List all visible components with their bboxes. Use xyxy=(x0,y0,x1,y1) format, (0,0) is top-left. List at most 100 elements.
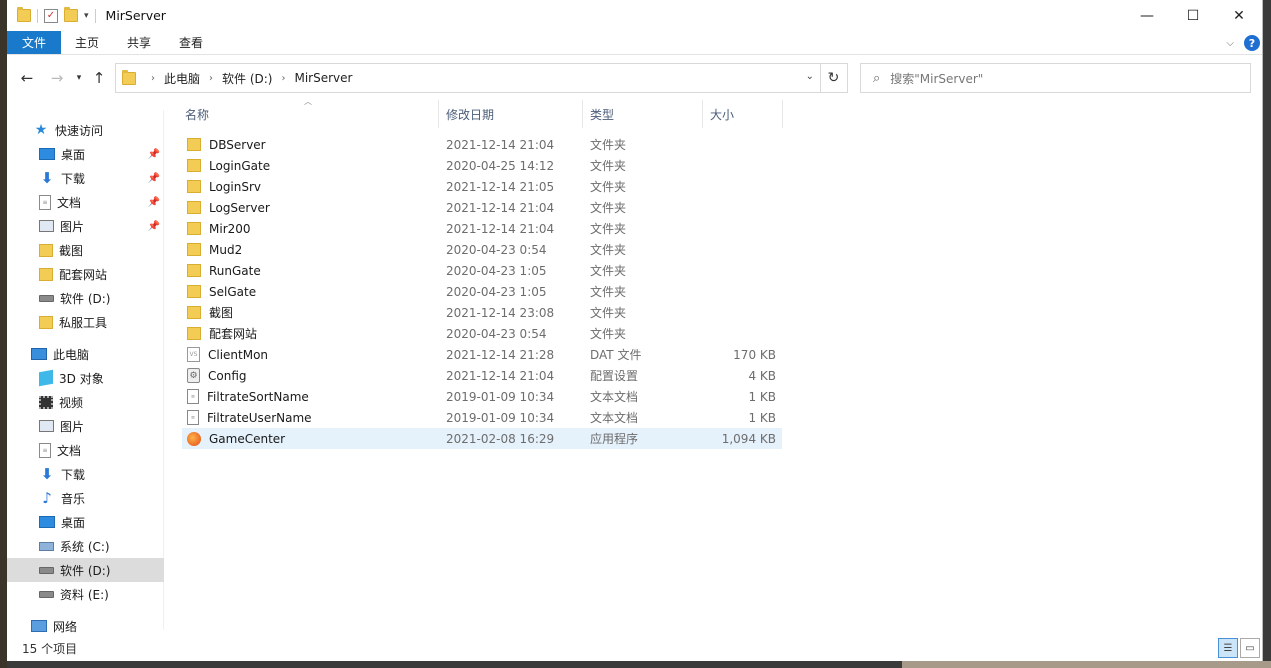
tab-share[interactable]: 共享 xyxy=(113,31,165,54)
sidebar-item-pc-7[interactable]: 系统 (C:) xyxy=(7,534,164,558)
tab-file[interactable]: 文件 xyxy=(7,31,62,54)
sidebar-item-network[interactable]: 网络 xyxy=(7,614,164,638)
column-header-name[interactable]: 名称 xyxy=(185,100,209,128)
sidebar-item-quick-0[interactable]: 桌面 📌 xyxy=(7,142,164,166)
details-view-button[interactable]: ☰ xyxy=(1218,638,1238,658)
close-button[interactable]: ✕ xyxy=(1216,0,1262,31)
status-bar: 15 个项目 xyxy=(7,636,1262,660)
dat-file-icon: VS xyxy=(187,347,200,362)
drive-icon xyxy=(39,294,54,302)
expand-ribbon-icon[interactable]: ⌵ xyxy=(1226,38,1234,49)
sidebar-item-quick-7[interactable]: 私服工具 xyxy=(7,310,164,334)
pin-icon[interactable]: 📌 xyxy=(148,173,160,184)
breadcrumb-mirserver[interactable]: MirServer xyxy=(294,71,352,85)
column-divider[interactable] xyxy=(582,100,583,128)
chevron-down-icon[interactable]: ⌄ xyxy=(806,71,814,82)
file-date: 2020-04-23 1:05 xyxy=(446,263,547,278)
file-row[interactable]: ≡ FiltrateUserName 2019-01-09 10:34 文本文档… xyxy=(182,407,782,428)
file-row[interactable]: RunGate 2020-04-23 1:05 文件夹 xyxy=(182,260,782,281)
file-row[interactable]: ≡ FiltrateSortName 2019-01-09 10:34 文本文档… xyxy=(182,386,782,407)
sidebar-item-label: 图片 xyxy=(60,419,85,434)
sidebar-item-pc-1[interactable]: 视频 xyxy=(7,390,164,414)
sidebar-item-label: 私服工具 xyxy=(59,315,108,330)
file-row[interactable]: LoginSrv 2021-12-14 21:05 文件夹 xyxy=(182,176,782,197)
sidebar-item-label: 桌面 xyxy=(61,515,86,530)
minimize-button[interactable]: — xyxy=(1124,0,1170,31)
sidebar-item-quick-6[interactable]: 软件 (D:) xyxy=(7,286,164,310)
sidebar-item-pc-2[interactable]: 图片 xyxy=(7,414,164,438)
navigation-pane: ★ 快速访问 桌面 📌 ⬇ 下载 📌 ≡ 文档 📌 图片 📌 截图 配套网站 软… xyxy=(7,110,164,634)
sidebar-item-pc-8[interactable]: 软件 (D:) xyxy=(7,558,164,582)
sidebar-item-label: 配套网站 xyxy=(59,267,108,282)
tab-home[interactable]: 主页 xyxy=(61,31,113,54)
sidebar-item-pc-6[interactable]: 桌面 xyxy=(7,510,164,534)
network-icon xyxy=(31,620,47,632)
file-row[interactable]: Mud2 2020-04-23 0:54 文件夹 xyxy=(182,239,782,260)
file-date: 2020-04-23 0:54 xyxy=(446,242,547,257)
file-row[interactable]: SelGate 2020-04-23 1:05 文件夹 xyxy=(182,281,782,302)
file-date: 2020-04-25 14:12 xyxy=(446,158,555,173)
sidebar-item-quick-2[interactable]: ≡ 文档 📌 xyxy=(7,190,164,214)
file-size: 1 KB xyxy=(748,389,776,404)
column-header-date[interactable]: 修改日期 xyxy=(446,100,494,128)
file-row[interactable]: GameCenter 2021-02-08 16:29 应用程序 1,094 K… xyxy=(182,428,782,449)
column-divider[interactable] xyxy=(782,100,783,128)
file-date: 2021-12-14 21:04 xyxy=(446,368,555,383)
file-name: LogServer xyxy=(209,200,270,215)
pin-icon[interactable]: 📌 xyxy=(148,149,160,160)
separator xyxy=(94,8,96,23)
refresh-button[interactable]: ↻ xyxy=(820,63,848,93)
file-row[interactable]: VS ClientMon 2021-12-14 21:28 DAT 文件 170… xyxy=(182,344,782,365)
file-name: RunGate xyxy=(209,263,261,278)
sidebar-item-pc-9[interactable]: 资料 (E:) xyxy=(7,582,164,606)
large-icons-view-button[interactable]: ▭ xyxy=(1240,638,1260,658)
sidebar-item-pc-4[interactable]: ⬇ 下载 xyxy=(7,462,164,486)
sidebar-item-quick-3[interactable]: 图片 📌 xyxy=(7,214,164,238)
file-row[interactable]: Mir200 2021-12-14 21:04 文件夹 xyxy=(182,218,782,239)
search-input[interactable]: ⌕ 搜索"MirServer" xyxy=(860,63,1251,93)
column-divider[interactable] xyxy=(702,100,703,128)
chevron-right-icon[interactable]: › xyxy=(209,73,213,84)
column-header-type[interactable]: 类型 xyxy=(590,100,614,128)
customize-toolbar-icon[interactable]: ▾ xyxy=(84,11,89,21)
help-icon[interactable]: ? xyxy=(1244,35,1260,51)
properties-icon[interactable]: ✓ xyxy=(44,8,58,23)
file-size: 4 KB xyxy=(748,368,776,383)
maximize-button[interactable]: ☐ xyxy=(1170,0,1216,31)
tab-view[interactable]: 查看 xyxy=(165,31,217,54)
file-row[interactable]: 截图 2021-12-14 23:08 文件夹 xyxy=(182,302,782,323)
sidebar-item-quick-1[interactable]: ⬇ 下载 📌 xyxy=(7,166,164,190)
file-row[interactable]: LoginGate 2020-04-25 14:12 文件夹 xyxy=(182,155,782,176)
address-bar[interactable]: › 此电脑 › 软件 (D:) › MirServer ⌄ xyxy=(115,63,821,93)
file-date: 2021-12-14 21:28 xyxy=(446,347,555,362)
sidebar-item-label: 网络 xyxy=(53,619,78,634)
file-row[interactable]: 配套网站 2020-04-23 0:54 文件夹 xyxy=(182,323,782,344)
sidebar-item-quick-4[interactable]: 截图 xyxy=(7,238,164,262)
sidebar-item-quick-access[interactable]: ★ 快速访问 xyxy=(7,118,164,142)
sidebar-item-quick-5[interactable]: 配套网站 xyxy=(7,262,164,286)
sidebar-item-pc-0[interactable]: 3D 对象 xyxy=(7,366,164,390)
recent-locations-icon[interactable]: ▾ xyxy=(69,68,89,88)
file-row[interactable]: DBServer 2021-12-14 21:04 文件夹 xyxy=(182,134,782,155)
file-row[interactable]: LogServer 2021-12-14 21:04 文件夹 xyxy=(182,197,782,218)
sidebar-item-this-pc[interactable]: 此电脑 xyxy=(7,342,164,366)
up-button[interactable]: ↑ xyxy=(89,68,109,88)
sidebar-item-pc-5[interactable]: ♪ 音乐 xyxy=(7,486,164,510)
pin-icon[interactable]: 📌 xyxy=(148,197,160,208)
file-type: 文件夹 xyxy=(590,243,627,257)
chevron-right-icon[interactable]: › xyxy=(151,73,155,84)
file-row[interactable]: ⚙ Config 2021-12-14 21:04 配置设置 4 KB xyxy=(182,365,782,386)
folder-icon xyxy=(187,327,201,340)
forward-button[interactable]: → xyxy=(47,68,67,88)
breadcrumb-this-pc[interactable]: 此电脑 xyxy=(164,70,200,87)
breadcrumb-drive-d[interactable]: 软件 (D:) xyxy=(222,70,272,87)
folder-icon xyxy=(187,159,201,172)
column-header-size[interactable]: 大小 xyxy=(710,100,734,128)
chevron-right-icon[interactable]: › xyxy=(281,73,285,84)
back-button[interactable]: ← xyxy=(17,68,37,88)
sidebar-item-pc-3[interactable]: ≡ 文档 xyxy=(7,438,164,462)
pin-icon[interactable]: 📌 xyxy=(148,221,160,232)
column-divider[interactable] xyxy=(438,100,439,128)
sidebar-item-label: 软件 (D:) xyxy=(60,291,111,306)
new-folder-icon[interactable] xyxy=(64,7,78,22)
